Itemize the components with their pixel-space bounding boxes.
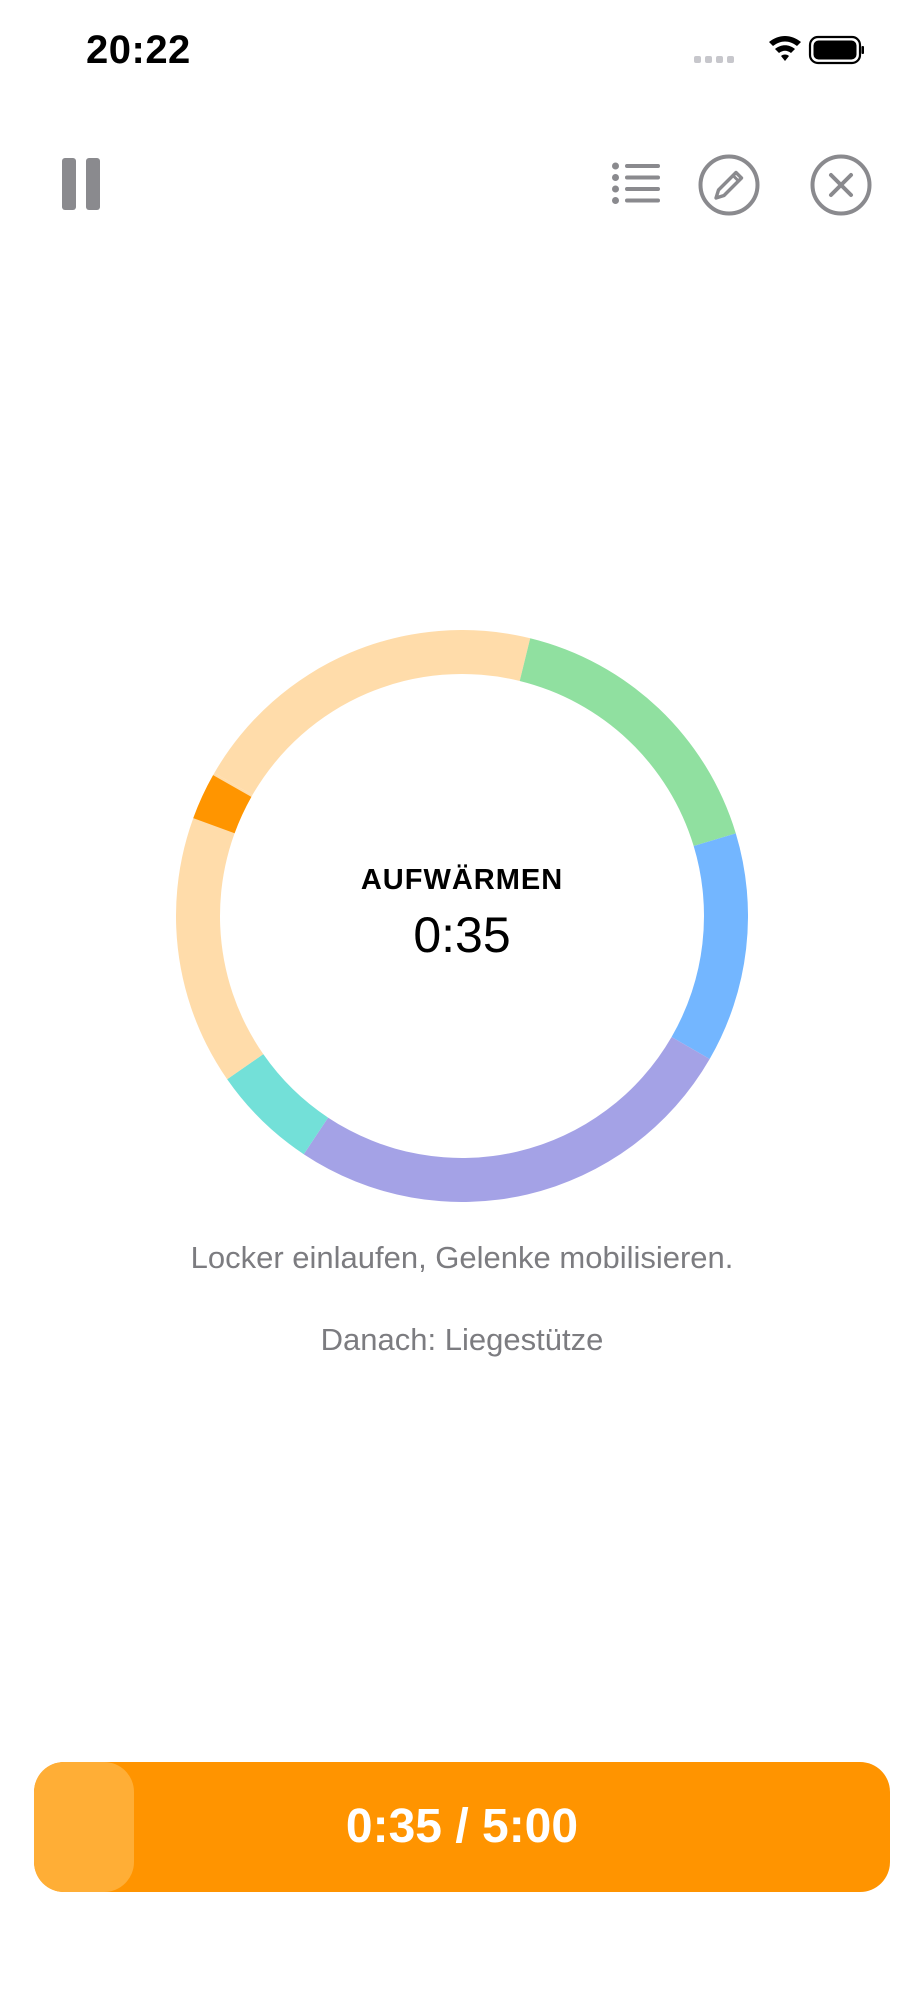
list-icon bbox=[612, 162, 660, 204]
close-icon bbox=[810, 154, 872, 216]
pause-button[interactable] bbox=[62, 158, 102, 210]
status-icons bbox=[694, 34, 864, 70]
close-button[interactable] bbox=[810, 154, 872, 216]
wifi-icon bbox=[769, 36, 801, 61]
phase-time-remaining: 0:35 bbox=[413, 907, 511, 963]
ring-segment bbox=[227, 1054, 329, 1155]
workout-timer-screen: 20:22 AUFWÄRMEN 0:35 Locker einlaufen, G… bbox=[0, 0, 924, 2000]
total-progress-bar[interactable]: 0:35 / 5:00 bbox=[34, 1762, 890, 1892]
battery-icon bbox=[808, 35, 864, 65]
phase-title: AUFWÄRMEN bbox=[360, 864, 564, 896]
ring-segment bbox=[303, 1037, 710, 1202]
edit-button[interactable] bbox=[698, 154, 760, 216]
signal-icon bbox=[694, 56, 734, 63]
next-exercise-label: Danach: Liegestütze bbox=[320, 1322, 604, 1357]
pencil-icon bbox=[698, 154, 760, 216]
progress-label: 0:35 / 5:00 bbox=[345, 1800, 579, 1853]
ring-segment bbox=[519, 638, 736, 847]
pause-icon bbox=[62, 158, 100, 210]
ring-segment bbox=[214, 630, 531, 795]
status-time: 20:22 bbox=[86, 28, 191, 72]
phase-description: Locker einlaufen, Gelenke mobilisieren. bbox=[190, 1240, 734, 1275]
list-button[interactable] bbox=[612, 162, 660, 204]
